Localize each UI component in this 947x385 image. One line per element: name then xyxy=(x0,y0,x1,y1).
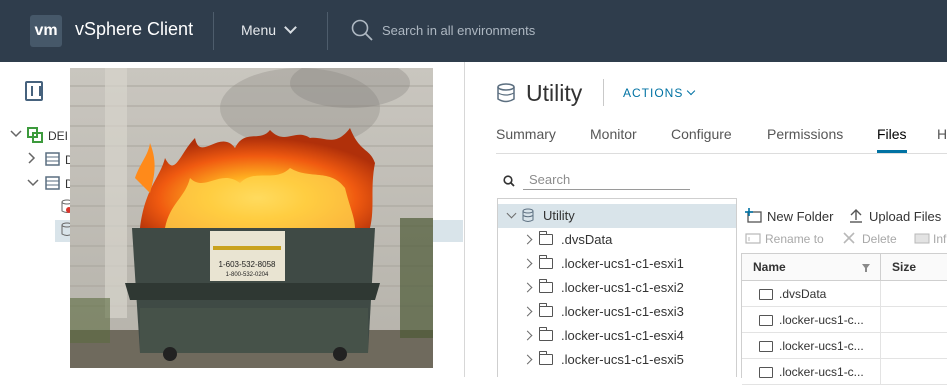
rename-icon xyxy=(745,233,761,244)
actions-menu-button[interactable]: ACTIONS xyxy=(623,86,696,100)
tree-item-label: .locker-ucs1-c1-esxi5 xyxy=(561,352,684,367)
tabs-border xyxy=(496,153,947,154)
vmware-logo[interactable]: vm xyxy=(30,15,62,47)
burning-dumpster-photo: 1-603-532-8058 1-800-532-0204 xyxy=(70,68,433,368)
tab-monitor[interactable]: Monitor xyxy=(590,126,637,142)
chevron-right-icon[interactable] xyxy=(27,152,37,164)
column-header-name[interactable]: Name xyxy=(753,260,786,274)
dumpster-phone: 1-800-532-0204 xyxy=(226,272,269,278)
datastore-cluster-icon xyxy=(45,152,60,166)
new-folder-icon xyxy=(745,208,762,223)
table-row[interactable]: .locker-ucs1-c... xyxy=(742,333,947,359)
search-icon xyxy=(503,175,515,187)
chevron-right-icon[interactable] xyxy=(522,330,533,341)
datastore-icon xyxy=(497,83,515,103)
table-row[interactable]: .locker-ucs1-c... xyxy=(742,307,947,333)
tree-item-label: Utility xyxy=(543,208,575,223)
folder-icon xyxy=(538,279,553,293)
tree-item-label: .dvsData xyxy=(561,232,613,247)
chevron-down-icon xyxy=(687,86,696,96)
chevron-down-icon[interactable] xyxy=(506,208,517,219)
tree-item-label: .locker-ucs1-c1-esxi2 xyxy=(561,280,684,295)
chevron-down-icon[interactable] xyxy=(26,176,40,190)
tree-item-folder[interactable]: .locker-ucs1-c1-esxi1 xyxy=(498,252,736,276)
tree-item-datacenter[interactable]: DEI xyxy=(48,129,68,143)
tree-item-label: .locker-ucs1-c1-esxi4 xyxy=(561,328,684,343)
tree-item-label: .locker-ucs1-c1-esxi1 xyxy=(561,256,684,271)
header-divider xyxy=(213,12,214,50)
file-search-input[interactable] xyxy=(523,170,690,190)
chevron-right-icon[interactable] xyxy=(522,306,533,317)
folder-icon xyxy=(538,255,553,269)
tree-item-folder[interactable]: .locker-ucs1-c1-esxi4 xyxy=(498,324,736,348)
actions-label: ACTIONS xyxy=(623,86,684,100)
tree-item-folder[interactable]: .dvsData xyxy=(498,228,736,252)
datacenter-icon xyxy=(27,127,43,143)
datastore-file-tree: Utility .dvsData .locker-ucs1-c1-esxi1 .… xyxy=(497,198,737,377)
info-icon xyxy=(914,233,930,244)
file-name: .locker-ucs1-c... xyxy=(779,339,864,353)
datastore-icon xyxy=(522,208,534,222)
tab-configure[interactable]: Configure xyxy=(671,126,732,142)
folder-icon xyxy=(759,341,773,352)
upload-files-button[interactable]: Upload Files xyxy=(869,209,941,224)
file-grid: Name Size .dvsData .locker-ucs1-c... .lo… xyxy=(741,253,947,385)
dumpster-phone: 1-603-532-8058 xyxy=(219,260,276,269)
file-name: .dvsData xyxy=(779,287,827,301)
search-icon[interactable] xyxy=(351,19,373,41)
top-header: vm vSphere Client Menu Search in all env… xyxy=(0,0,947,62)
new-folder-button[interactable]: New Folder xyxy=(767,209,833,224)
chevron-right-icon[interactable] xyxy=(522,234,533,245)
folder-icon xyxy=(538,327,553,341)
delete-button[interactable]: Delete xyxy=(862,232,897,246)
app-name: vSphere Client xyxy=(75,19,194,39)
folder-icon xyxy=(538,351,553,365)
table-row[interactable]: .locker-ucs1-c... xyxy=(742,359,947,385)
tab-permissions[interactable]: Permissions xyxy=(767,126,843,142)
tree-item-folder[interactable]: .locker-ucs1-c1-esxi5 xyxy=(498,348,736,372)
table-row[interactable]: .dvsData xyxy=(742,281,947,307)
column-separator[interactable] xyxy=(880,254,881,280)
menu-button[interactable]: Menu xyxy=(241,21,297,38)
chevron-right-icon[interactable] xyxy=(522,282,533,293)
file-name: .locker-ucs1-c... xyxy=(779,313,864,327)
folder-icon xyxy=(759,367,773,378)
folder-icon xyxy=(538,303,553,317)
folder-icon xyxy=(759,289,773,300)
menu-label: Menu xyxy=(241,22,277,38)
upload-icon xyxy=(850,209,862,223)
global-search-input[interactable]: Search in all environments xyxy=(382,23,535,38)
column-header-size[interactable]: Size xyxy=(892,260,916,274)
chevron-down-icon[interactable] xyxy=(9,127,23,141)
storage-view-icon[interactable] xyxy=(25,81,43,101)
tree-item-folder[interactable]: .locker-ucs1-c1-esxi2 xyxy=(498,276,736,300)
pane-splitter[interactable] xyxy=(464,62,465,377)
tree-item-utility[interactable]: Utility xyxy=(498,204,736,228)
tab-files[interactable]: Files xyxy=(877,126,907,142)
filter-icon[interactable] xyxy=(861,263,871,273)
folder-icon xyxy=(538,231,553,245)
chevron-right-icon[interactable] xyxy=(522,354,533,365)
tab-summary[interactable]: Summary xyxy=(496,126,556,142)
title-divider xyxy=(603,79,604,106)
tree-item-folder[interactable]: .locker-ucs1-c1-esxi3 xyxy=(498,300,736,324)
rename-button[interactable]: Rename to xyxy=(765,232,824,246)
chevron-right-icon[interactable] xyxy=(522,258,533,269)
header-divider xyxy=(327,12,328,50)
delete-icon xyxy=(843,232,855,244)
datastore-cluster-icon xyxy=(45,176,60,190)
info-button[interactable]: Inf xyxy=(933,232,946,246)
tab-hosts[interactable]: H xyxy=(937,126,947,142)
chevron-down-icon xyxy=(284,21,297,34)
tree-item-label: .locker-ucs1-c1-esxi3 xyxy=(561,304,684,319)
grid-header: Name Size xyxy=(742,254,947,281)
folder-icon xyxy=(759,315,773,326)
page-title: Utility xyxy=(526,80,583,106)
